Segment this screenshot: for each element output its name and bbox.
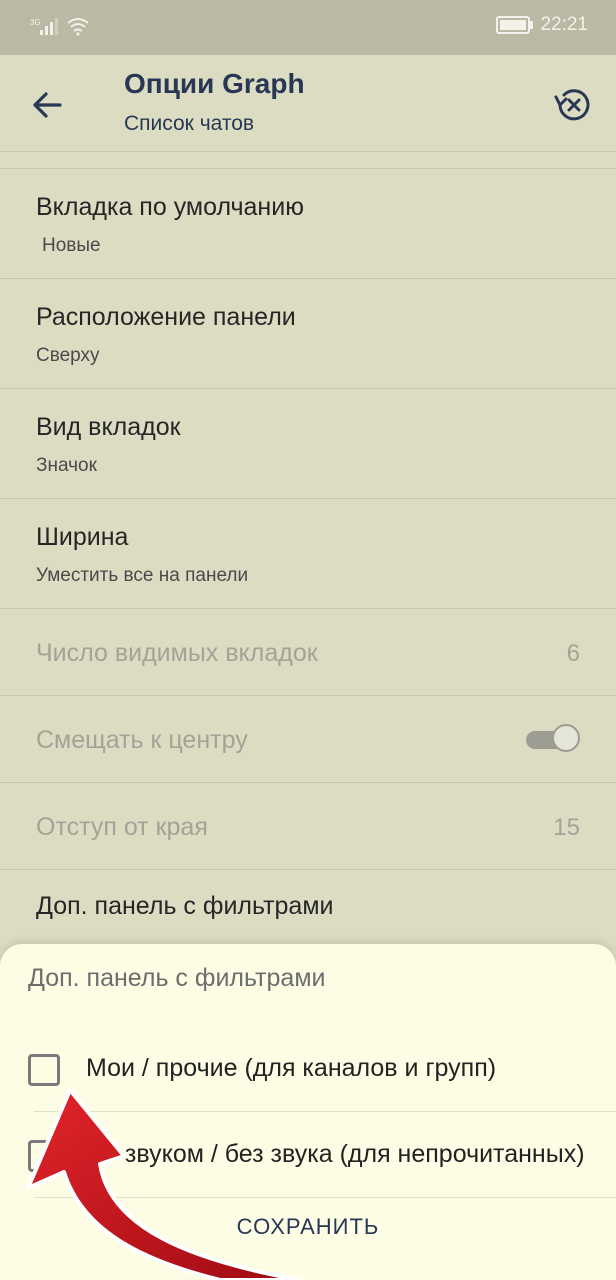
setting-width[interactable]: Ширина Уместить все на панели xyxy=(0,499,616,609)
setting-tab-style[interactable]: Вид вкладок Значок xyxy=(0,389,616,499)
setting-value: Сверху xyxy=(36,345,100,366)
checkbox[interactable] xyxy=(28,1140,60,1172)
setting-number: 6 xyxy=(566,640,580,667)
option-sound[interactable]: Со звуком / без звука (для непрочитанных… xyxy=(0,1112,616,1198)
battery-icon xyxy=(496,16,534,34)
status-bar: 3G 22:21 xyxy=(0,0,616,55)
setting-label: Вкладка по умолчанию xyxy=(36,193,304,221)
option-label: Мои / прочие (для каналов и групп) xyxy=(86,1054,497,1082)
setting-label: Вид вкладок xyxy=(36,413,181,441)
app-bar: Опции Graph Список чатов xyxy=(0,55,616,152)
setting-edge-offset: Отступ от края 15 xyxy=(0,783,616,870)
reset-history-icon[interactable] xyxy=(552,83,596,127)
setting-panel-position[interactable]: Расположение панели Сверху xyxy=(0,279,616,389)
setting-center-shift: Смещать к центру xyxy=(0,696,616,783)
page-title: Опции Graph xyxy=(124,68,305,99)
setting-label: Доп. панель с фильтрами xyxy=(36,892,334,920)
setting-label: Отступ от края xyxy=(36,813,208,841)
checkbox[interactable] xyxy=(28,1054,60,1086)
option-my-other[interactable]: Мои / прочие (для каналов и групп) xyxy=(0,1026,616,1112)
setting-default-tab[interactable]: Вкладка по умолчанию Новые xyxy=(0,169,616,279)
center-shift-toggle xyxy=(522,724,580,754)
page-subtitle: Список чатов xyxy=(124,112,255,135)
setting-label: Смещать к центру xyxy=(36,726,248,754)
save-button[interactable]: СОХРАНИТЬ xyxy=(0,1214,616,1240)
list-row-partial xyxy=(0,152,616,169)
status-indicators: 3G xyxy=(30,16,90,36)
setting-value: Новые xyxy=(42,235,101,256)
back-arrow-icon[interactable] xyxy=(26,83,70,127)
option-label: Со звуком / без звука (для непрочитанных… xyxy=(86,1140,585,1168)
dialog-title: Доп. панель с фильтрами xyxy=(28,964,326,992)
settings-list: Вкладка по умолчанию Новые Расположение … xyxy=(0,152,616,960)
setting-number: 15 xyxy=(553,814,580,841)
setting-label: Расположение панели xyxy=(36,303,296,331)
setting-value: Значок xyxy=(36,455,97,476)
filter-panel-dialog: Доп. панель с фильтрами Мои / прочие (дл… xyxy=(0,944,616,1280)
setting-visible-tabs: Число видимых вкладок 6 xyxy=(0,609,616,696)
divider xyxy=(34,1197,616,1198)
svg-text:3G: 3G xyxy=(30,18,41,27)
setting-label: Ширина xyxy=(36,523,129,551)
signal-icon: 3G xyxy=(30,18,58,35)
setting-label: Число видимых вкладок xyxy=(36,639,318,667)
wifi-icon xyxy=(67,18,89,36)
status-right: 22:21 xyxy=(496,14,588,36)
clock: 22:21 xyxy=(540,14,588,35)
setting-value: Уместить все на панели xyxy=(36,565,249,586)
